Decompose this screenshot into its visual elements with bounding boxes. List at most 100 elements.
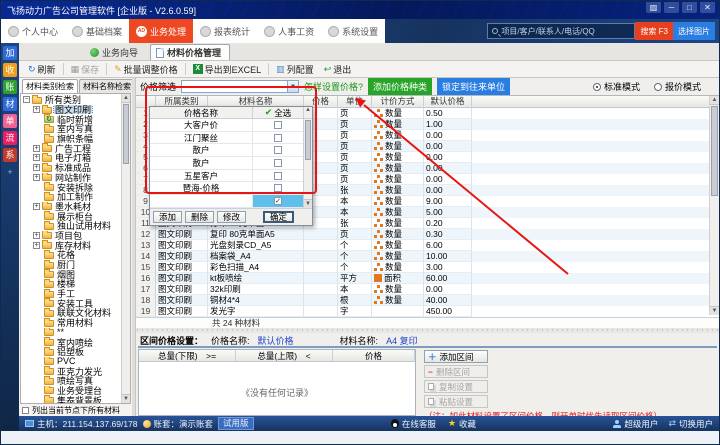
tree-item[interactable]: 安装拆除 [22,182,120,192]
tree-scroll-up-icon[interactable]: ▲ [122,94,130,103]
tree-item[interactable]: 亚克力发光 [22,366,120,376]
panel-tab-材料类别检索[interactable]: 材料类别检索 [22,79,78,93]
menu-item-base[interactable]: 基础档案 [65,19,129,43]
price-type-row[interactable]: 散户 [150,144,303,157]
menu-item-business[interactable]: AD业务处理 [129,19,193,43]
menu-item-system[interactable]: 系统设置 [321,19,385,43]
price-type-check-cell[interactable] [253,182,303,194]
toolbar-export-excel[interactable]: X导出到EXCEL [188,63,267,76]
expand-icon[interactable]: + [33,154,40,161]
tree-item[interactable]: 常用材料 [22,318,120,328]
cell-price[interactable] [304,229,338,240]
strip-item-账[interactable]: 账 [3,80,17,94]
tree-item[interactable]: +广告工程 [22,143,120,153]
table-row[interactable]: 19图文印刷发光字字450.00 [136,306,719,317]
expand-icon[interactable]: + [33,232,40,239]
strip-item-单[interactable]: 单 [3,114,17,128]
expand-icon[interactable]: + [33,145,40,152]
tree-item[interactable]: +项目包 [22,231,120,241]
table-row[interactable]: 17图文印刷32k印刷本数量0.00 [136,284,719,295]
price-type-check-cell[interactable] [253,170,303,182]
search-input[interactable]: 项目/客户/联系人/电话/QQ [487,23,635,39]
strip-add-button[interactable]: + [3,165,17,179]
strip-item-加[interactable]: 加 [3,46,17,60]
cell-price[interactable] [304,295,338,306]
expand-icon[interactable]: + [33,203,40,210]
tree-item[interactable]: 业务受理台 [22,386,120,396]
maximize-button[interactable]: □ [682,2,697,13]
close-button[interactable]: ✕ [700,2,715,13]
checkbox-icon[interactable] [274,121,282,129]
tree-item[interactable]: 旗帜条幅 [22,134,120,144]
tree-scroll-down-icon[interactable]: ▼ [122,394,130,403]
tree-item[interactable]: 铝塑板 [22,347,120,357]
search-button[interactable]: 搜索 F3 [635,22,673,40]
expand-icon[interactable]: + [33,242,40,249]
grid-col-header[interactable]: 计价方式 [372,96,424,107]
scroll-thumb[interactable] [711,106,718,196]
strip-item-流[interactable]: 流 [3,131,17,145]
toolbar-column-config[interactable]: ▥列配置 [271,63,319,76]
table-row[interactable]: 15图文印刷彩色扫描_A4个数量3.00 [136,262,719,273]
popup-scroll-thumb[interactable] [305,120,311,160]
price-type-check-cell[interactable] [253,157,303,169]
popup-button-删除[interactable]: 删除 [185,211,214,223]
strip-item-材[interactable]: 材 [3,97,17,111]
table-row[interactable]: 16图文印刷kt板喷绘平方面积60.00 [136,273,719,284]
popup-col-select-all[interactable]: ✔ 全选 [253,107,303,118]
popup-scroll-top[interactable]: ▲ [303,107,312,118]
popup-button-添加[interactable]: 添加 [153,211,182,223]
grid-col-header[interactable]: 默认价格 [424,96,472,107]
price-filter-combo[interactable]: ▼ [181,80,299,93]
tree-scrollbar[interactable]: ▲▼ [121,94,130,403]
popup-button-修改[interactable]: 修改 [217,211,246,223]
checkbox-icon[interactable] [274,134,282,142]
trial-badge[interactable]: 试用版 [218,417,254,430]
checkbox-checked-icon[interactable]: ✓ [274,197,282,205]
collapse-icon[interactable]: − [23,96,30,103]
table-row[interactable]: 14图文印刷档案袋_A4个数量10.00 [136,251,719,262]
tree-item[interactable]: +标准成品 [22,163,120,173]
list-all-checkbox[interactable] [22,407,29,414]
price-type-check-cell[interactable]: ✓ [253,195,303,207]
cell-price[interactable] [304,240,338,251]
add-range-button[interactable]: ＋添加区间 [424,350,488,363]
tab-price[interactable]: 材料价格管理 [150,44,230,60]
tree-item[interactable]: 室内喷绘 [22,337,120,347]
cell-price[interactable] [304,273,338,284]
online-service[interactable]: 在线客服 [391,418,436,430]
tree-item[interactable]: 临时新增 [22,114,120,124]
menu-item-hr[interactable]: 人事工资 [257,19,321,43]
popup-scrollbar[interactable]: ▼ [303,119,312,208]
toolbar-batch-adjust[interactable]: ✎批量调整价格 [109,63,183,76]
price-type-check-cell[interactable] [253,144,303,156]
tree-item[interactable]: +电子灯箱 [22,153,120,163]
expand-icon[interactable]: + [33,164,40,171]
popup-button-确定[interactable]: 确定 [263,211,294,223]
price-type-row[interactable]: 五星客户 [150,170,303,183]
combo-dropdown-icon[interactable]: ▼ [287,81,298,92]
tree-item[interactable]: 楼梯 [22,279,120,289]
grid-scrollbar[interactable]: ▲ ▼ [709,96,719,315]
tree-item[interactable]: 花格 [22,250,120,260]
pick-image-button[interactable]: 选择图片 [673,22,715,40]
price-type-check-cell[interactable] [253,132,303,144]
menu-item-report[interactable]: 报表统计 [193,19,257,43]
tree-item[interactable]: PVC [22,357,120,367]
price-type-row[interactable]: ✓ [150,195,303,208]
grid-col-header[interactable]: 单位 [338,96,372,107]
add-price-type-button[interactable]: 添加价格种类 [368,78,432,95]
tree-item[interactable]: 喷绘写真 [22,376,120,386]
tree-item[interactable]: 厨门 [22,260,120,270]
material-name-value[interactable]: A4 复印 [386,334,418,347]
checkbox-icon[interactable] [274,184,282,192]
favorite[interactable]: ★ 收藏 [448,418,476,430]
expand-icon[interactable]: + [33,174,40,181]
toolbar-exit[interactable]: ↩退出 [319,63,357,76]
tree-item[interactable]: 加工制作 [22,192,120,202]
tree-item[interactable]: +墨水耗材 [22,202,120,212]
minimize-button[interactable]: ─ [664,2,679,13]
tree-item[interactable]: 联联文化材料 [22,308,120,318]
table-row[interactable]: 12图文印刷复印 80克单面A5页数量0.30 [136,229,719,240]
scroll-down-icon[interactable]: ▼ [710,306,719,315]
